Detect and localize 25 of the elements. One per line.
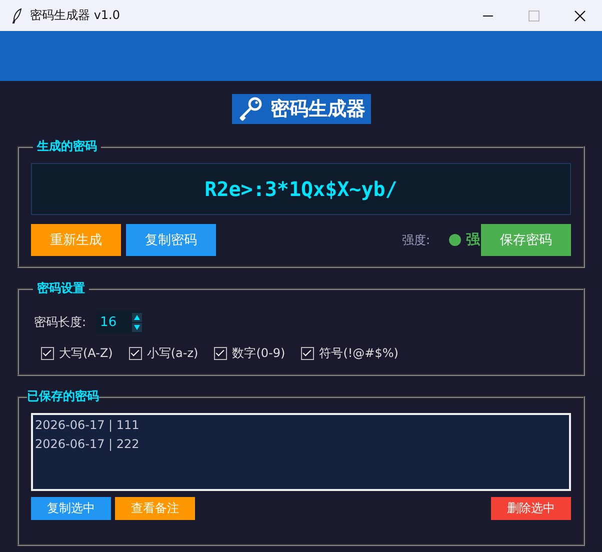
- action-button[interactable]: 删除选中: [491, 497, 571, 520]
- checkbox[interactable]: [214, 347, 228, 360]
- group-legend: 生成的密码: [33, 138, 101, 155]
- close-icon[interactable]: [574, 10, 586, 22]
- option-label[interactable]: 大写(A-Z): [59, 345, 113, 362]
- feather-icon: [12, 8, 22, 24]
- option-label[interactable]: 小写(a-z): [146, 345, 198, 362]
- length-spinbox[interactable]: 16: [96, 311, 142, 333]
- spin-down-icon[interactable]: [132, 322, 142, 332]
- heading-text: 密码生成器: [270, 97, 366, 122]
- strength-label: 强度:: [402, 232, 430, 248]
- list-item[interactable]: 2026-06-17 | 111: [35, 416, 567, 435]
- checkbox[interactable]: [41, 347, 54, 360]
- option-label[interactable]: 数字(0-9): [232, 345, 286, 362]
- spin-up-icon[interactable]: [132, 312, 142, 322]
- strength-value: 强: [466, 231, 480, 249]
- list-item[interactable]: 2026-06-17 | 222: [35, 435, 567, 454]
- password-display: R2e>:3*1Qx$X~yb/: [31, 163, 571, 215]
- option-label[interactable]: 符号(!@#$%): [319, 345, 398, 362]
- checkbox[interactable]: [301, 347, 314, 360]
- group-legend: 已保存的密码: [27, 388, 99, 405]
- window-title: 密码生成器 v1.0: [30, 7, 120, 24]
- length-label: 密码长度:: [34, 314, 86, 330]
- group-legend: 密码设置: [33, 280, 89, 297]
- checkbox[interactable]: [128, 347, 142, 360]
